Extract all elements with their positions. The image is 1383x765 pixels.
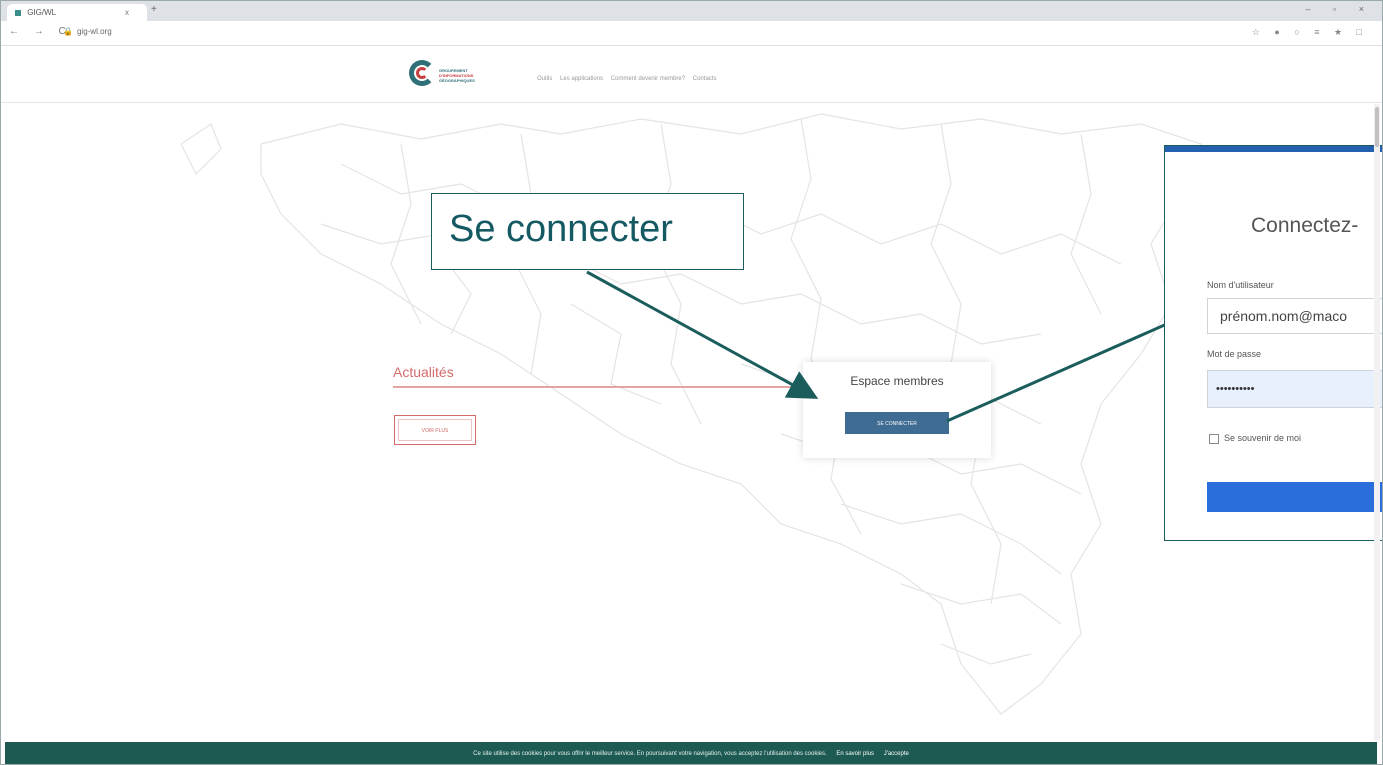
- username-label: Nom d'utilisateur: [1207, 280, 1274, 290]
- screenshot-frame: GIG/WL x + – ▫ × ← → C 🔒 gig-wl.org ☆ ● ○…: [0, 0, 1383, 765]
- browser-tab[interactable]: GIG/WL x: [7, 4, 147, 21]
- password-input[interactable]: ••••••••••: [1207, 370, 1382, 408]
- favicon-icon: [15, 9, 21, 16]
- cookie-bar: Ce site utilise des cookies pour vous of…: [5, 742, 1377, 764]
- tab-title: GIG/WL: [27, 8, 57, 17]
- browser-tab-bar: GIG/WL x + – ▫ ×: [1, 1, 1382, 21]
- remember-label: Se souvenir de moi: [1224, 433, 1302, 443]
- address-bar: ← → C 🔒 gig-wl.org ☆ ● ○ ≡ ★ □: [1, 21, 1382, 46]
- espace-membres-card: Espace membres SE CONNECTER: [803, 362, 991, 458]
- menu-item-applications[interactable]: Les applications: [560, 76, 603, 82]
- extension-icons[interactable]: ☆ ● ○ ≡ ★ □: [1252, 27, 1368, 38]
- lock-icon: 🔒: [63, 27, 73, 36]
- login-title: Connectez-: [1251, 214, 1359, 237]
- cookie-accept-link[interactable]: J'accepte: [884, 751, 909, 757]
- se-connecter-callout: Se connecter: [431, 193, 744, 270]
- se-connecter-button[interactable]: SE CONNECTER: [845, 412, 949, 434]
- tab-close-icon[interactable]: x: [125, 4, 129, 21]
- url-field[interactable]: 🔒 gig-wl.org: [63, 27, 112, 36]
- site-logo[interactable]: GROUPEMENT D'INFORMATIONS GÉOGRAPHIQUES: [409, 60, 509, 90]
- espace-membres-title: Espace membres: [850, 374, 944, 388]
- username-input[interactable]: prénom.nom@maco: [1207, 298, 1382, 334]
- cookie-more-link[interactable]: En savoir plus: [836, 751, 874, 757]
- logo-text: GROUPEMENT D'INFORMATIONS GÉOGRAPHIQUES: [439, 68, 509, 83]
- login-submit-button[interactable]: [1207, 482, 1382, 512]
- url-text: gig-wl.org: [76, 27, 112, 36]
- main-menu: Outils Les applications Comment devenir …: [537, 76, 722, 82]
- login-top-bar: [1165, 146, 1382, 152]
- remember-me[interactable]: Se souvenir de moi: [1209, 433, 1301, 444]
- page-scrollbar-thumb[interactable]: [1375, 107, 1379, 147]
- actualites-divider: [393, 386, 801, 388]
- actualites-title: Actualités: [393, 364, 454, 380]
- menu-item-contacts[interactable]: Contacts: [693, 76, 717, 82]
- logo-line-3: GÉOGRAPHIQUES: [439, 78, 475, 83]
- password-label: Mot de passe: [1207, 349, 1262, 359]
- new-tab-button[interactable]: +: [151, 4, 157, 15]
- callout-text: Se connecter: [449, 208, 673, 250]
- site-header: GROUPEMENT D'INFORMATIONS GÉOGRAPHIQUES …: [1, 46, 1382, 103]
- menu-item-outils[interactable]: Outils: [537, 76, 552, 82]
- logo-mark-inner-icon: [416, 67, 428, 79]
- login-zoom-panel: Connectez- Nom d'utilisateur prénom.nom@…: [1164, 145, 1382, 541]
- menu-item-devenir-membre[interactable]: Comment devenir membre?: [611, 76, 685, 82]
- remember-checkbox[interactable]: [1209, 433, 1219, 444]
- window-controls[interactable]: – ▫ ×: [1306, 4, 1374, 14]
- page-scrollbar[interactable]: [1374, 104, 1380, 740]
- voir-plus-button[interactable]: VOIR PLUS: [394, 415, 476, 445]
- cookie-text: Ce site utilise des cookies pour vous of…: [473, 751, 827, 757]
